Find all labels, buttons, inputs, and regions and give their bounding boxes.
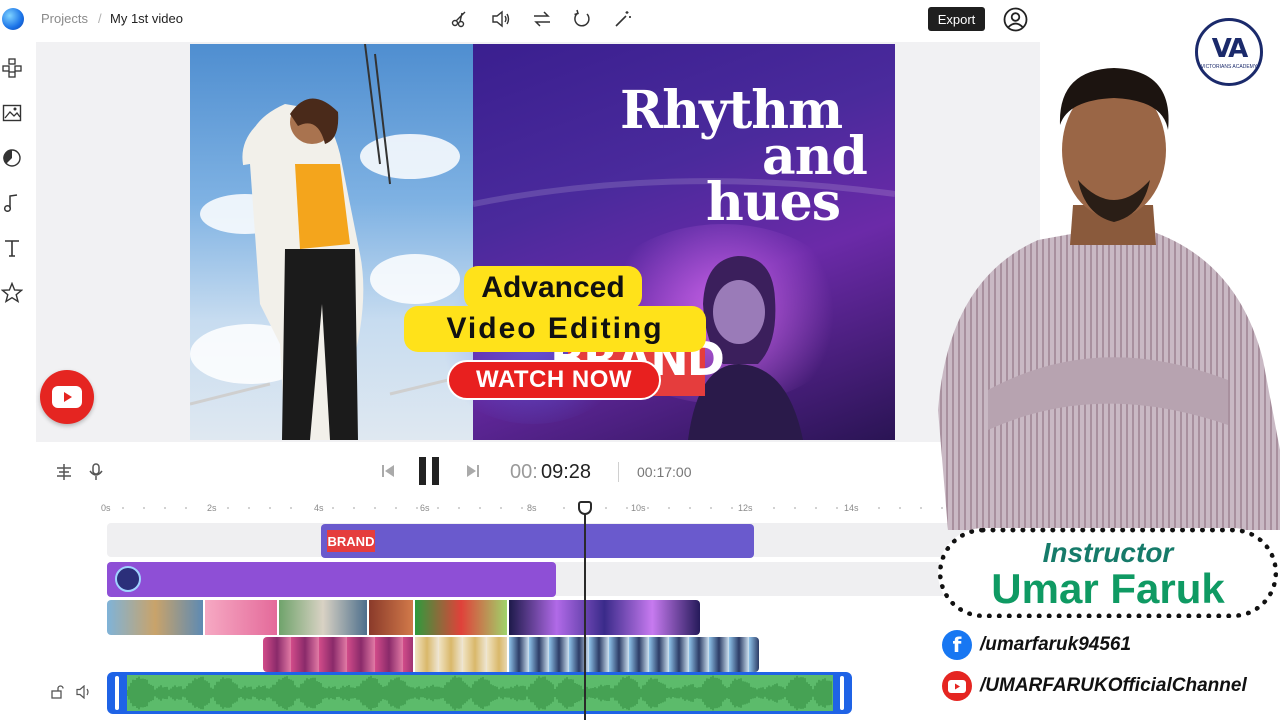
- ruler-dot: [899, 507, 901, 509]
- total-duration: 00:17:00: [637, 464, 692, 480]
- ruler-dot: [773, 507, 775, 509]
- ruler-tick: 10s: [631, 503, 646, 513]
- ruler-dot: [794, 507, 796, 509]
- ruler-tick: 6s: [420, 503, 430, 513]
- project-title[interactable]: My 1st video: [110, 11, 183, 26]
- youtube-icon[interactable]: [40, 370, 94, 424]
- ruler-dot: [731, 507, 733, 509]
- sticker-clip[interactable]: [107, 562, 556, 597]
- unlock-icon[interactable]: [50, 684, 66, 700]
- star-icon[interactable]: [1, 282, 23, 304]
- ruler-dot: [374, 507, 376, 509]
- headline-line-3: hues: [706, 172, 841, 233]
- volume-icon[interactable]: [491, 9, 511, 29]
- top-bar: Projects / My 1st video Export: [0, 0, 1040, 40]
- ruler-dot: [437, 507, 439, 509]
- skip-back-icon[interactable]: [380, 463, 396, 479]
- instructor-card: Instructor Umar Faruk: [938, 528, 1278, 618]
- ruler-tick: 4s: [314, 503, 324, 513]
- layout-icon[interactable]: [1, 57, 23, 79]
- ruler-tick: 14s: [844, 503, 859, 513]
- text-icon[interactable]: [1, 237, 23, 259]
- promo-advanced-text: Advanced: [464, 266, 642, 310]
- rotate-icon[interactable]: [572, 9, 592, 29]
- sticker-thumbnail-icon: [115, 566, 141, 592]
- pause-icon[interactable]: [417, 456, 441, 486]
- ruler-dot: [395, 507, 397, 509]
- ruler-dot: [920, 507, 922, 509]
- captions-icon[interactable]: [54, 462, 74, 482]
- sticker-icon[interactable]: [1, 147, 23, 169]
- magic-wand-icon[interactable]: [613, 9, 633, 29]
- audio-clip[interactable]: [107, 672, 852, 714]
- ruler-dot: [248, 507, 250, 509]
- instructor-name: Umar Faruk: [991, 565, 1225, 612]
- youtube-channel-icon: [942, 671, 972, 701]
- scissors-icon[interactable]: [450, 9, 470, 29]
- brand-clip[interactable]: BRAND: [321, 524, 754, 558]
- playhead-handle[interactable]: [578, 501, 592, 515]
- media-icon[interactable]: [1, 102, 23, 124]
- export-button[interactable]: Export: [928, 7, 985, 31]
- time-divider: [618, 462, 619, 482]
- account-icon[interactable]: [1003, 7, 1028, 32]
- ruler-dot: [878, 507, 880, 509]
- music-icon[interactable]: [1, 192, 23, 214]
- ruler-tick: 8s: [527, 503, 537, 513]
- ruler-dot: [269, 507, 271, 509]
- ruler-tick: 0s: [101, 503, 111, 513]
- promo-video-editing-text: Video Editing: [404, 306, 706, 352]
- ruler-dot: [500, 507, 502, 509]
- ruler-dot: [164, 507, 166, 509]
- current-time-prefix: 00:: [510, 461, 538, 483]
- promo-badge: Advanced Video Editing: [404, 266, 706, 352]
- ruler-tick: 12s: [738, 503, 753, 513]
- skip-forward-icon[interactable]: [465, 463, 481, 479]
- ruler-dot: [626, 507, 628, 509]
- ruler-dot: [332, 507, 334, 509]
- ruler-tick: 2s: [207, 503, 217, 513]
- app-logo-icon[interactable]: [2, 8, 24, 30]
- ruler-dot: [353, 507, 355, 509]
- swap-icon[interactable]: [532, 9, 552, 29]
- ruler-dot: [647, 507, 649, 509]
- ruler-dot: [710, 507, 712, 509]
- ruler-dot: [227, 507, 229, 509]
- video-clip-track-2[interactable]: [263, 637, 759, 672]
- audio-trim-handle-left[interactable]: [115, 676, 119, 710]
- watch-now-button[interactable]: WATCH NOW: [447, 360, 661, 400]
- facebook-link[interactable]: f /umarfaruk94561: [942, 630, 1131, 660]
- ruler-dot: [521, 507, 523, 509]
- ruler-dot: [122, 507, 124, 509]
- playhead-line[interactable]: [584, 502, 586, 720]
- instructor-photo: [928, 30, 1280, 530]
- app-root: Projects / My 1st video Export Rhythm an…: [0, 0, 1280, 720]
- ruler-dot: [479, 507, 481, 509]
- ruler-dot: [605, 507, 607, 509]
- ruler-dot: [143, 507, 145, 509]
- speaker-icon[interactable]: [76, 684, 92, 700]
- ruler-dot: [668, 507, 670, 509]
- preview-photo-left: [190, 44, 473, 440]
- microphone-icon[interactable]: [86, 462, 106, 482]
- youtube-handle: /UMARFARUKOfficialChannel: [980, 675, 1247, 696]
- brand-clip-label: BRAND: [327, 530, 375, 552]
- ruler-dot: [185, 507, 187, 509]
- facebook-icon: f: [942, 630, 972, 660]
- ruler-dot: [689, 507, 691, 509]
- current-time: 09:28: [541, 461, 592, 483]
- breadcrumb-separator: /: [98, 11, 102, 26]
- breadcrumb-projects[interactable]: Projects: [41, 11, 88, 26]
- ruler-dot: [290, 507, 292, 509]
- facebook-handle: /umarfaruk94561: [980, 634, 1132, 655]
- ruler-dot: [458, 507, 460, 509]
- video-clip-track-1[interactable]: [107, 600, 700, 635]
- ruler-dot: [563, 507, 565, 509]
- ruler-dot: [815, 507, 817, 509]
- audio-waveform: [126, 675, 833, 711]
- audio-trim-handle-right[interactable]: [840, 676, 844, 710]
- ruler-dot: [836, 507, 838, 509]
- youtube-link[interactable]: /UMARFARUKOfficialChannel: [942, 671, 1247, 701]
- ruler-dot: [416, 507, 418, 509]
